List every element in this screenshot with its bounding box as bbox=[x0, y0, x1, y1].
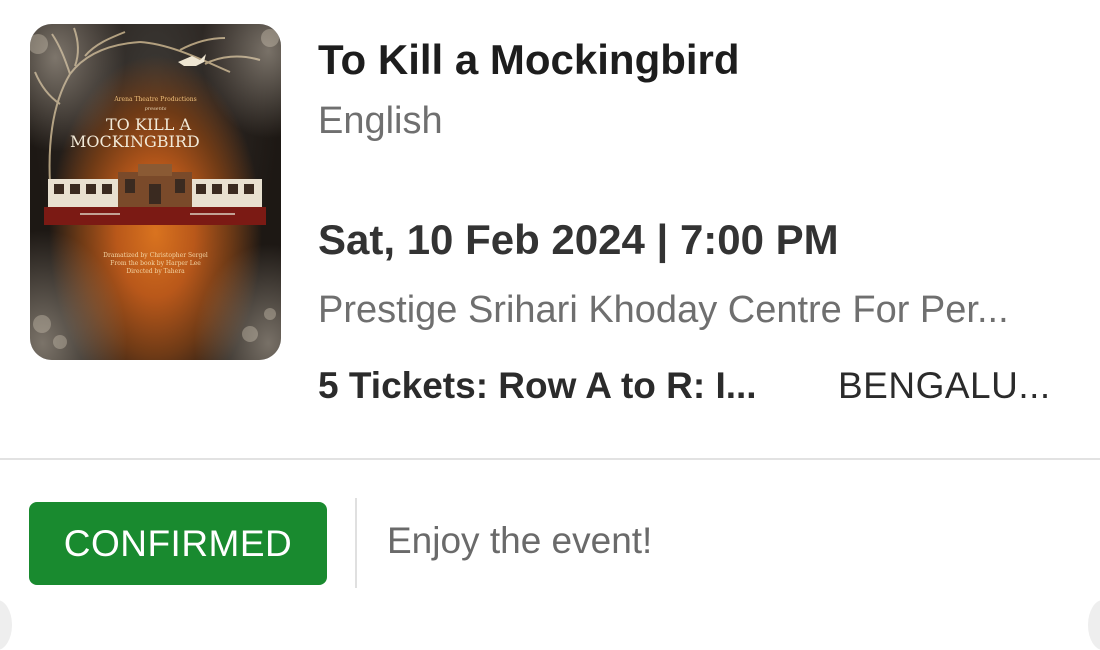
event-title: To Kill a Mockingbird bbox=[318, 36, 740, 83]
poster-artwork bbox=[30, 27, 279, 349]
stage-set-illustration bbox=[44, 164, 266, 225]
booking-card[interactable]: Arena Theatre Productions presents TO KI… bbox=[0, 0, 1100, 650]
poster-credit-director: Directed by Tahera bbox=[126, 268, 185, 275]
status-badge: CONFIRMED bbox=[29, 502, 327, 585]
section-divider bbox=[0, 458, 1100, 460]
status-message: Enjoy the event! bbox=[387, 520, 653, 561]
poster-title: TO KILL A MOCKINGBIRD bbox=[70, 116, 250, 150]
event-poster[interactable]: Arena Theatre Productions presents TO KI… bbox=[30, 24, 281, 360]
ticket-notch-left bbox=[0, 600, 12, 650]
event-datetime: Sat, 10 Feb 2024 | 7:00 PM bbox=[318, 216, 839, 263]
event-city: BENGALU... bbox=[838, 365, 1051, 406]
poster-credit-book: From the book by Harper Lee bbox=[110, 260, 201, 267]
event-language: English bbox=[318, 100, 443, 142]
event-venue: Prestige Srihari Khoday Centre For Per..… bbox=[318, 289, 1009, 331]
poster-credits: Dramatized by Christopher Sergel From th… bbox=[30, 252, 281, 276]
poster-title-line1: TO KILL A bbox=[106, 115, 192, 134]
vertical-divider bbox=[355, 498, 357, 588]
ticket-notch-right bbox=[1088, 600, 1100, 650]
poster-presents: presents bbox=[144, 106, 167, 112]
ticket-summary: 5 Tickets: Row A to R: I... bbox=[318, 365, 757, 406]
poster-producer: Arena Theatre Productions bbox=[114, 96, 197, 103]
poster-title-line2: MOCKINGBIRD bbox=[70, 132, 200, 151]
poster-credit-dramatized: Dramatized by Christopher Sergel bbox=[103, 252, 208, 259]
